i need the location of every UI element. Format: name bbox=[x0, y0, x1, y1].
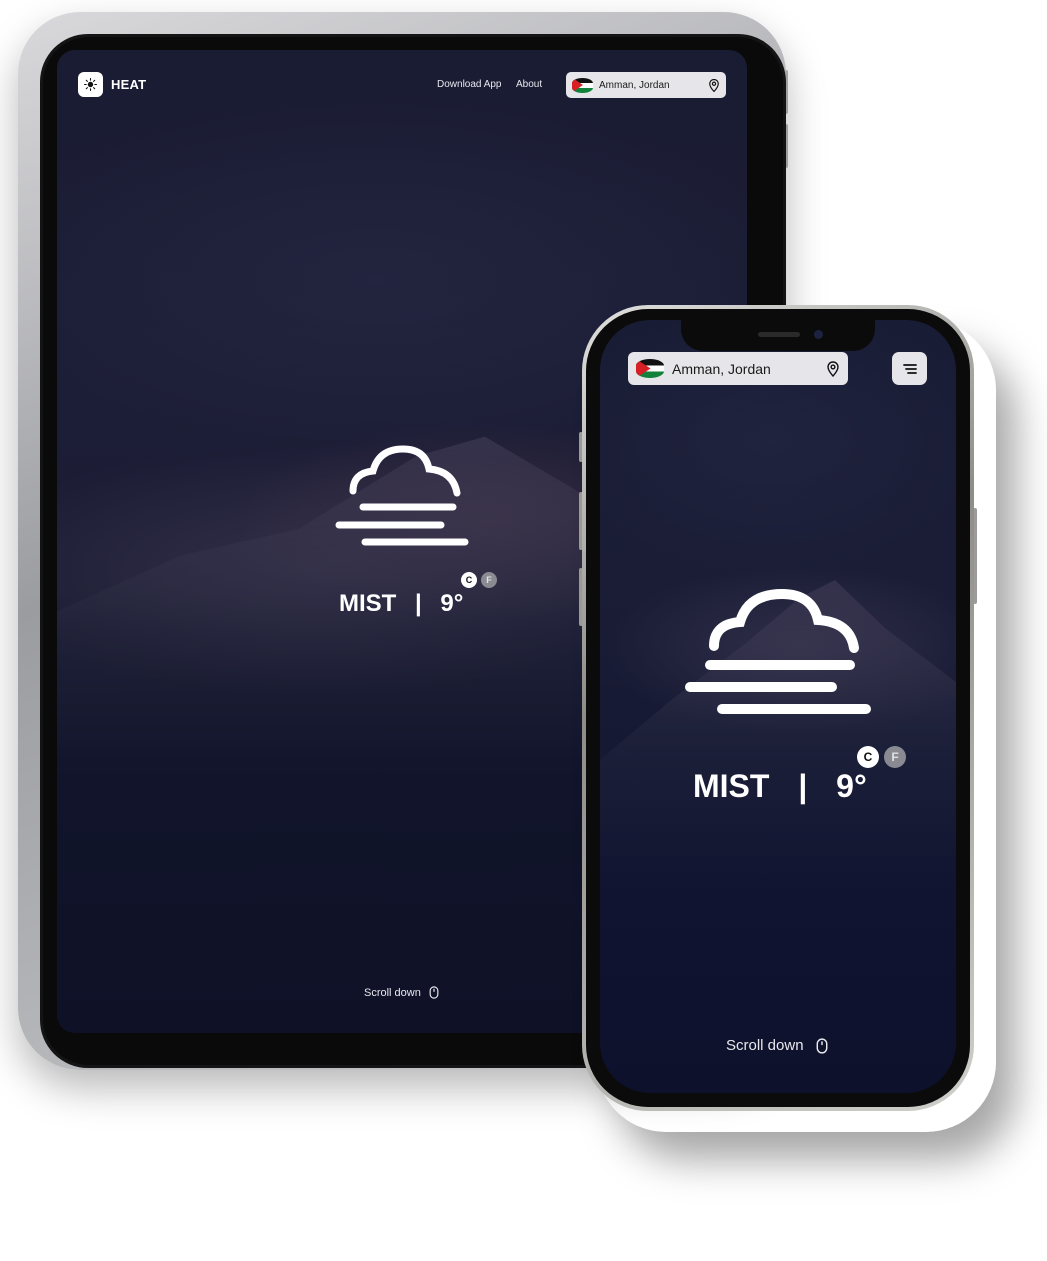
weather-separator: | bbox=[798, 768, 808, 804]
weather-temperature: 9° bbox=[836, 768, 867, 804]
unit-celsius-button[interactable]: C bbox=[857, 746, 879, 768]
weather-condition: MIST bbox=[693, 768, 770, 804]
menu-icon bbox=[902, 363, 917, 374]
weather-separator: | bbox=[415, 590, 422, 617]
iphone-front-camera bbox=[814, 330, 823, 339]
weather-temperature: 9° bbox=[440, 590, 464, 617]
sun-logo-icon bbox=[84, 78, 97, 91]
mouse-icon bbox=[816, 1037, 828, 1054]
menu-button[interactable] bbox=[892, 352, 927, 385]
location-pin-icon[interactable] bbox=[826, 360, 840, 377]
location-label: Amman, Jordan bbox=[672, 360, 771, 377]
weather-condition: MIST bbox=[339, 590, 397, 617]
location-label: Amman, Jordan bbox=[599, 79, 670, 91]
scroll-down-hint[interactable]: Scroll down bbox=[726, 1037, 828, 1054]
scroll-down-label: Scroll down bbox=[726, 1037, 804, 1054]
mist-icon bbox=[335, 445, 469, 546]
ipad-header: HEAT Download App About Amman, Jordan bbox=[78, 72, 726, 99]
location-selector[interactable]: Amman, Jordan bbox=[566, 72, 726, 98]
nav-download-app[interactable]: Download App bbox=[437, 79, 502, 90]
unit-celsius-button[interactable]: C bbox=[461, 572, 477, 588]
location-pin-icon[interactable] bbox=[708, 78, 720, 92]
weather-summary: MIST | 9° bbox=[339, 590, 463, 618]
jordan-flag-icon bbox=[572, 77, 593, 93]
jordan-flag-icon bbox=[636, 359, 664, 378]
mist-icon bbox=[685, 588, 871, 714]
scroll-down-hint[interactable]: Scroll down bbox=[364, 986, 439, 999]
nav-about[interactable]: About bbox=[516, 79, 542, 90]
logo[interactable] bbox=[78, 72, 103, 97]
unit-fahrenheit-button[interactable]: F bbox=[481, 572, 497, 588]
weather-summary: MIST | 9° bbox=[693, 768, 867, 805]
mouse-icon bbox=[429, 986, 439, 999]
location-selector[interactable]: Amman, Jordan bbox=[628, 352, 848, 385]
unit-fahrenheit-button[interactable]: F bbox=[884, 746, 906, 768]
iphone-screen: MIST | 9° C F Scroll down bbox=[600, 320, 956, 1093]
brand-name: HEAT bbox=[111, 77, 147, 92]
scroll-down-label: Scroll down bbox=[364, 986, 421, 999]
iphone-speaker bbox=[758, 332, 800, 337]
